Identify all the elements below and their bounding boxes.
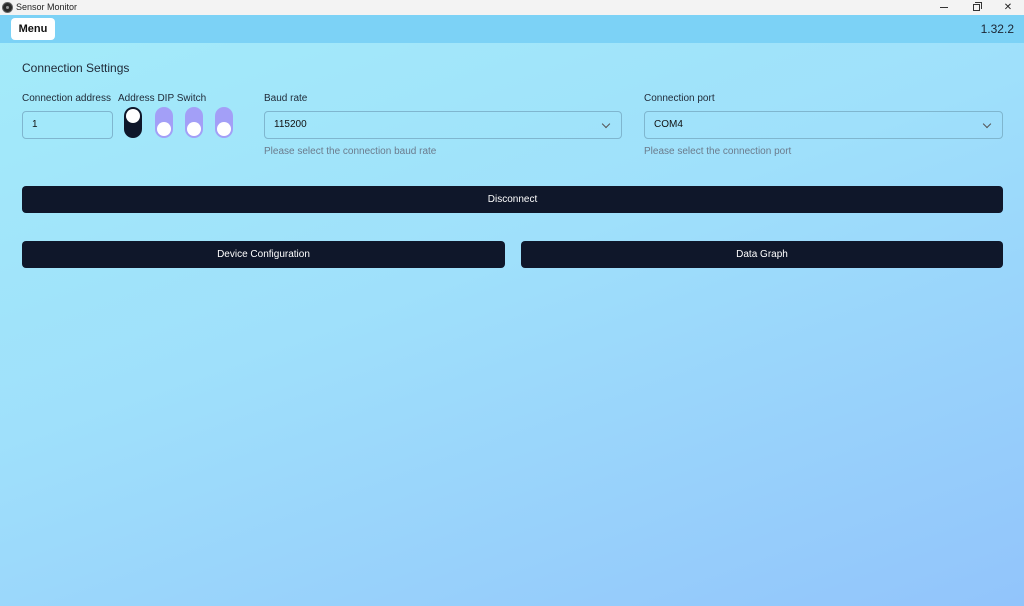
chevron-down-icon: [982, 119, 992, 129]
app-bar: Menu 1.32.2: [0, 15, 1024, 43]
section-title: Connection Settings: [22, 61, 130, 75]
connection-address-label: Connection address: [22, 93, 111, 104]
baud-rate-select[interactable]: 115200: [264, 111, 622, 139]
baud-rate-label: Baud rate: [264, 93, 308, 104]
window-title: Sensor Monitor: [16, 2, 78, 12]
device-configuration-button[interactable]: Device Configuration: [22, 241, 505, 268]
connection-address-input[interactable]: 1: [22, 111, 113, 139]
minimize-icon: [940, 7, 948, 8]
chevron-down-icon: [601, 119, 611, 129]
dip-switch-knob: [157, 122, 171, 136]
dip-switch-knob: [217, 122, 231, 136]
menu-button[interactable]: Menu: [11, 18, 55, 40]
minimize-button[interactable]: [928, 0, 960, 15]
version-label: 1.32.2: [980, 22, 1014, 36]
baud-rate-helper: Please select the connection baud rate: [264, 146, 437, 157]
restore-button[interactable]: [960, 0, 992, 15]
baud-rate-value: 115200: [274, 119, 307, 130]
dip-switch-3[interactable]: [185, 107, 203, 138]
dip-switch-knob: [187, 122, 201, 136]
app-icon: [2, 2, 13, 13]
dip-switch-4[interactable]: [215, 107, 233, 138]
dip-switch-knob: [126, 109, 140, 123]
connection-port-label: Connection port: [644, 93, 715, 104]
dip-switch-2[interactable]: [155, 107, 173, 138]
restore-icon: [972, 2, 982, 11]
connection-port-helper: Please select the connection port: [644, 146, 792, 157]
close-icon: ✕: [1003, 2, 1013, 13]
window-titlebar: Sensor Monitor ✕: [0, 0, 1024, 15]
connection-port-value: COM4: [654, 119, 683, 130]
dip-switch-label: Address DIP Switch: [118, 93, 207, 104]
connection-port-select[interactable]: COM4: [644, 111, 1003, 139]
dip-switch-1[interactable]: [124, 107, 142, 138]
close-button[interactable]: ✕: [992, 0, 1024, 15]
data-graph-button[interactable]: Data Graph: [521, 241, 1003, 268]
disconnect-button[interactable]: Disconnect: [22, 186, 1003, 213]
